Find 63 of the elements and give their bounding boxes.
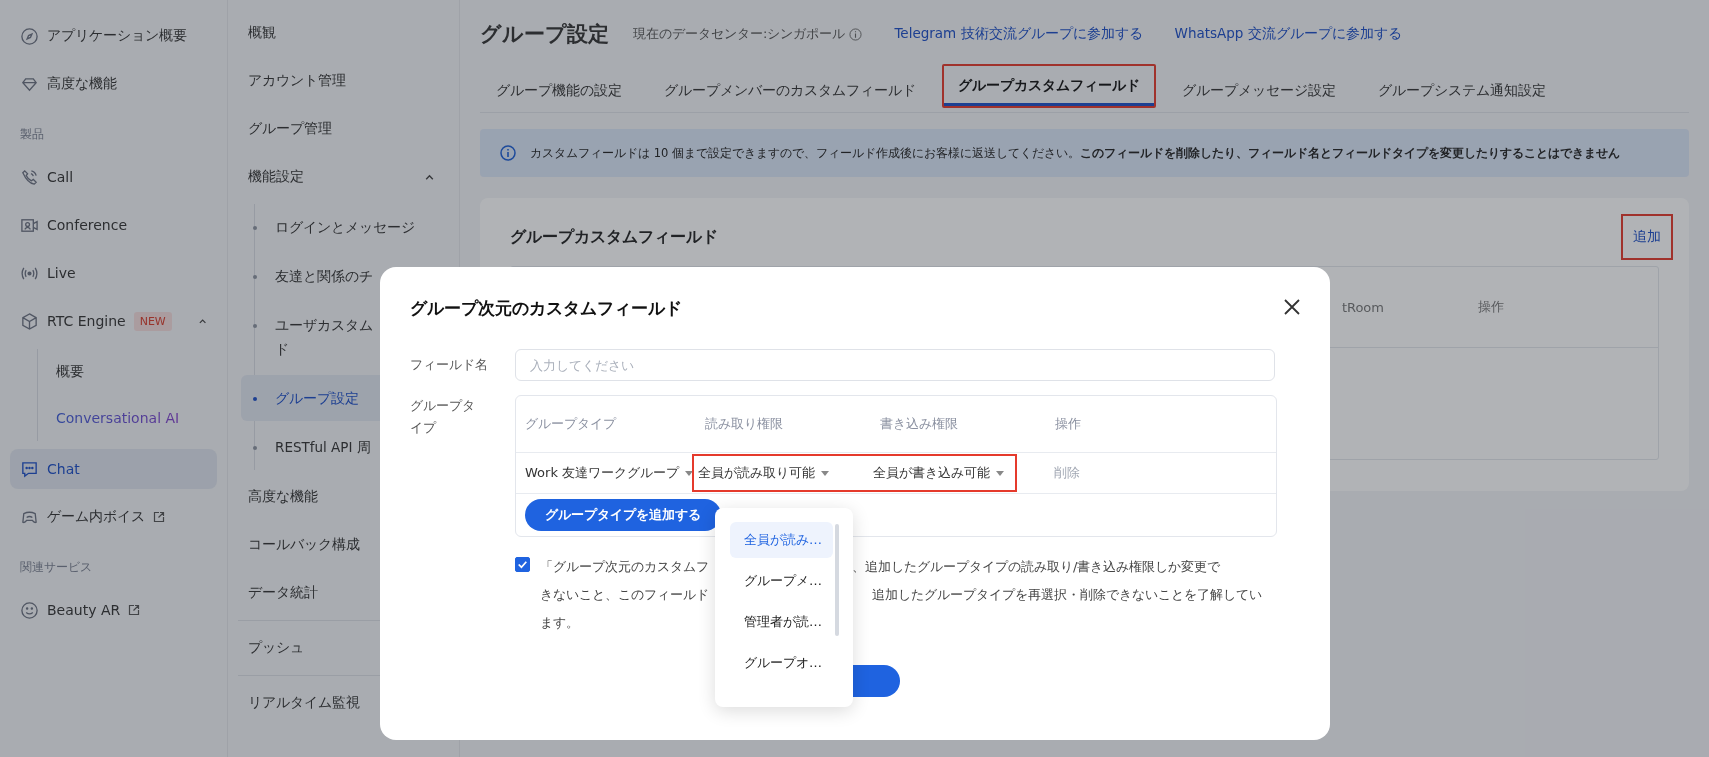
dialog-title: グループ次元のカスタムフィールド	[410, 297, 682, 320]
nav-item[interactable]: 機能設定	[238, 156, 449, 198]
checkmark-icon	[516, 558, 529, 571]
agreement-text: ます。	[540, 614, 580, 632]
datacenter-label: 現在のデータセンター:シンガポール	[633, 25, 846, 43]
column-header: 書き込み権限	[879, 415, 959, 433]
tab[interactable]: グループシステム通知設定	[1362, 68, 1562, 112]
chat-icon	[20, 459, 39, 479]
nav-item[interactable]: アカウント管理	[238, 60, 449, 102]
page-title: グループ設定	[480, 21, 609, 48]
notice-text: カスタムフィールドは 10 個まで設定できますので、フィールド作成後にお客様に返送してください。このフィールドを削除したり、フィールド名とフィールドタイプを変更したりすることはできません	[530, 145, 1620, 161]
nav-subitem[interactable]: 友達と関係のチ	[241, 253, 449, 299]
sidebar-item[interactable]: Chat	[10, 449, 217, 489]
field-name-input[interactable]: 入力してください	[515, 349, 1275, 381]
community-link[interactable]: Telegram 技術交流グループに参加する	[894, 25, 1143, 43]
column-header: 操作	[1054, 415, 1082, 433]
agreement-text: 「グループ次元のカスタムフ	[540, 558, 710, 576]
agreement-text: 追加したグループタイプを再選択・削除できないことを了解してい	[872, 586, 1262, 604]
group-type-select[interactable]: Work 友達ワークグループ	[525, 464, 694, 482]
tab[interactable]: グループカスタムフィールド	[942, 64, 1156, 108]
cube-icon	[20, 311, 39, 331]
add-link[interactable]: 追加	[1621, 214, 1673, 260]
sidebar-item[interactable]: 高度な機能	[10, 64, 217, 104]
field-label: フィールド名	[410, 356, 489, 374]
agreement-checkbox[interactable]	[515, 557, 530, 572]
read-permission-select[interactable]: 全員が読み取り可能	[698, 464, 829, 482]
dropdown-option[interactable]: 管理者が読…	[730, 604, 833, 640]
dropdown-option[interactable]: 全員が読み…	[730, 522, 833, 558]
write-permission-select[interactable]: 全員が書き込み可能	[873, 464, 1004, 482]
tab[interactable]: グループメッセージ設定	[1166, 68, 1352, 112]
sidebar-item[interactable]: Beauty AR	[10, 590, 217, 630]
info-icon	[849, 27, 863, 41]
column-header: グループタイプ	[524, 415, 618, 433]
sidebar-item[interactable]: Conference	[10, 205, 217, 245]
nav-subitem[interactable]: ログインとメッセージ	[241, 204, 449, 250]
column-header: 操作	[1478, 298, 1504, 316]
nav-item[interactable]: グループ管理	[238, 108, 449, 150]
sidebar-item[interactable]: RTC Engine NEW	[10, 301, 217, 341]
dropdown-option[interactable]: グループメ…	[730, 563, 833, 599]
smile-icon	[20, 600, 39, 620]
tab[interactable]: グループメンバーのカスタムフィールド	[648, 68, 932, 112]
info-icon	[500, 145, 516, 161]
dropdown-option[interactable]: グループオ…	[730, 645, 833, 681]
sidebar-item[interactable]: アプリケーション概要	[10, 16, 217, 56]
phone-icon	[20, 167, 39, 187]
column-header: tRoom	[1341, 299, 1384, 315]
tab[interactable]: グループ機能の設定	[480, 68, 638, 112]
sidebar-item[interactable]: Call	[10, 157, 217, 197]
card-title: グループカスタムフィールド	[510, 226, 718, 248]
close-icon[interactable]	[1282, 297, 1302, 317]
add-group-type-button[interactable]: グループタイプを追加する	[525, 499, 721, 531]
community-link[interactable]: WhatsApp 交流グループに参加する	[1174, 25, 1402, 43]
column-header: 読み取り権限	[704, 415, 784, 433]
section-label: 製品	[19, 126, 45, 143]
sidebar-subitem[interactable]: 概要	[56, 349, 217, 395]
sidebar-item[interactable]: Live	[10, 253, 217, 293]
agreement-text: きないこと、このフィールド	[540, 586, 710, 604]
new-badge: NEW	[133, 311, 172, 331]
agreement-text: 、追加したグループタイプの読み取り/書き込み権限しか変更で	[852, 558, 1221, 576]
section-label: 関連サービス	[19, 559, 93, 576]
nav-item[interactable]: 概観	[238, 12, 449, 54]
compass-icon	[20, 26, 39, 46]
sidebar-item[interactable]: ゲーム内ボイス	[10, 497, 217, 537]
